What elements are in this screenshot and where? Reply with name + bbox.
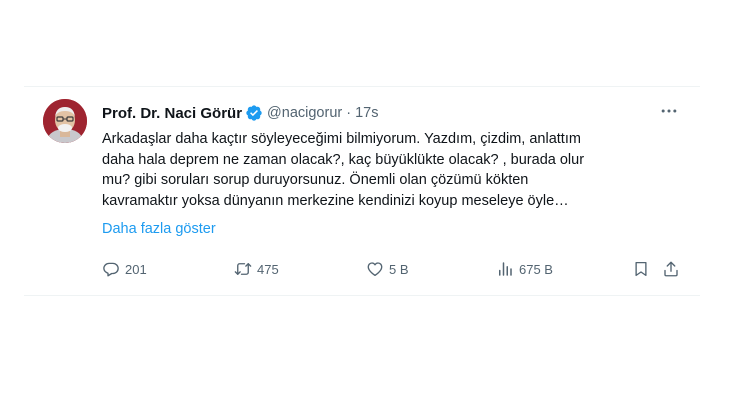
author-handle[interactable]: @nacigorur bbox=[267, 105, 342, 121]
share-icon bbox=[664, 261, 678, 277]
retweet-count: 475 bbox=[257, 261, 279, 277]
tweet-actions-bar: 201 475 5 B 675 B bbox=[102, 259, 692, 279]
tweet-text: Arkadaşlar daha kaçtır söyleyeceğimi bil… bbox=[102, 129, 687, 211]
like-count: 5 B bbox=[389, 261, 409, 277]
tweet-text-line: mu? gibi soruları sorup duruyorsunuz. Ön… bbox=[102, 172, 529, 188]
reply-count: 201 bbox=[125, 261, 147, 277]
view-count: 675 B bbox=[519, 261, 553, 277]
share-button[interactable] bbox=[662, 259, 680, 279]
reply-button[interactable]: 201 bbox=[102, 259, 147, 279]
separator-dot: · bbox=[346, 105, 352, 121]
views-button[interactable]: 675 B bbox=[496, 259, 553, 279]
tweet-timestamp[interactable]: 17s bbox=[355, 105, 378, 121]
views-chart-icon bbox=[499, 262, 512, 276]
show-more-link[interactable]: Daha fazla göster bbox=[102, 221, 216, 237]
more-horizontal-icon[interactable] bbox=[659, 101, 679, 121]
retweet-icon bbox=[234, 263, 252, 275]
avatar[interactable] bbox=[43, 99, 87, 143]
tweet-header: Prof. Dr. Naci Görür @nacigorur · 17s bbox=[102, 103, 378, 123]
reply-icon bbox=[103, 262, 119, 277]
bookmark-icon bbox=[635, 261, 647, 277]
avatar-portrait bbox=[43, 99, 87, 143]
tweet-card[interactable]: Prof. Dr. Naci Görür @nacigorur · 17s Ar… bbox=[24, 86, 700, 296]
tweet-text-line: kavramaktır yoksa dünyanın merkezine ken… bbox=[102, 192, 569, 209]
tweet-text-line: daha hala deprem ne zaman olacak?, kaç b… bbox=[102, 151, 585, 168]
like-button[interactable]: 5 B bbox=[366, 259, 409, 279]
tweet-text-line: Arkadaşlar daha kaçtır söyleyeceğimi bil… bbox=[102, 131, 581, 147]
screenshot-frame: Prof. Dr. Naci Görür @nacigorur · 17s Ar… bbox=[0, 0, 730, 420]
author-display-name[interactable]: Prof. Dr. Naci Görür bbox=[102, 105, 242, 122]
verified-badge-icon bbox=[245, 104, 263, 122]
heart-icon bbox=[367, 262, 383, 277]
bookmark-button[interactable] bbox=[632, 259, 650, 279]
retweet-button[interactable]: 475 bbox=[234, 259, 279, 279]
